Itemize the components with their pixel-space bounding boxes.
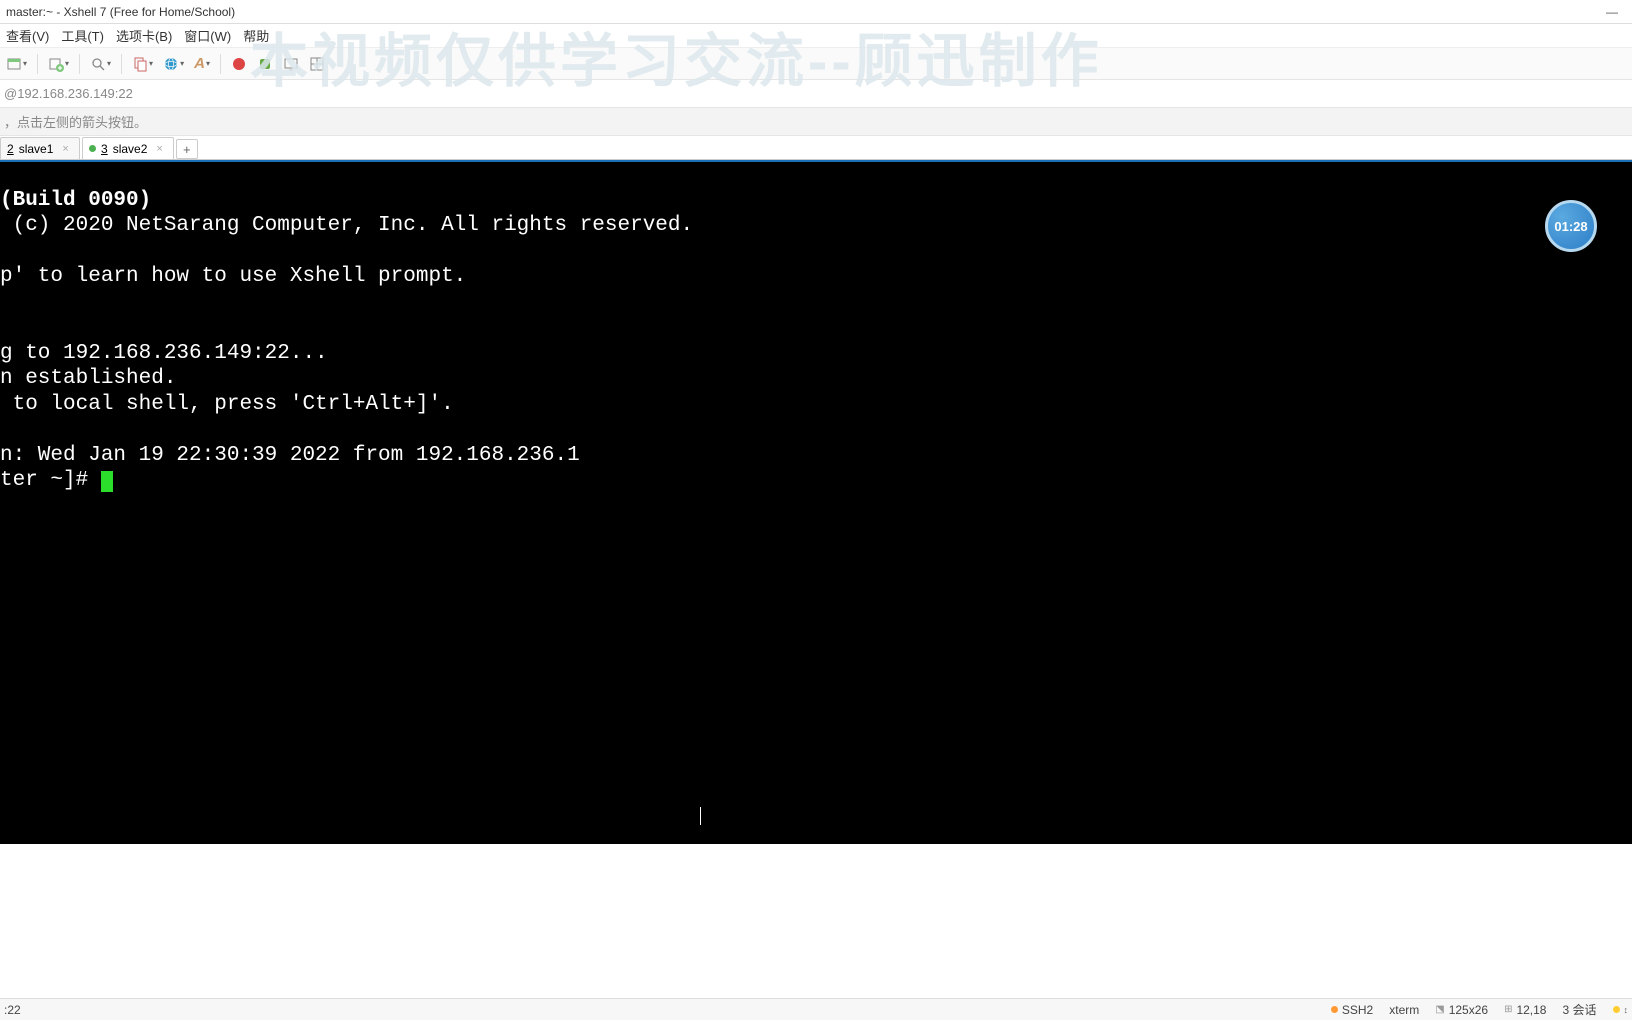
status-term-text: xterm	[1389, 1003, 1419, 1017]
new-session-button[interactable]: ▾	[4, 52, 29, 76]
hint-text: ，点击左侧的箭头按钮。	[4, 112, 147, 131]
status-position: ⊞ 12,18	[1504, 1003, 1546, 1017]
address-text: @192.168.236.149:22	[4, 86, 133, 101]
status-updown: ↕	[1613, 1005, 1629, 1015]
chevron-down-icon: ▾	[149, 59, 153, 68]
chevron-down-icon: ▾	[180, 59, 184, 68]
menu-view[interactable]: 查看(V)	[0, 26, 55, 45]
hint-bar: ，点击左侧的箭头按钮。	[0, 108, 1632, 136]
search-button[interactable]: ▾	[88, 52, 113, 76]
add-button[interactable]: ▾	[46, 52, 71, 76]
menu-help[interactable]: 帮助	[237, 26, 275, 45]
cursor-icon	[101, 471, 113, 492]
status-dot-icon	[89, 145, 96, 152]
position-icon: ⊞	[1504, 1004, 1512, 1015]
toolbar-separator	[121, 54, 122, 74]
tab-slave2[interactable]: 3 slave2 ×	[82, 137, 174, 159]
terminal-line: to local shell, press 'Ctrl+Alt+]'.	[0, 393, 454, 416]
chevron-down-icon: ▾	[107, 59, 111, 68]
size-icon: ⬔	[1435, 1004, 1444, 1015]
menu-tools[interactable]: 工具(T)	[55, 26, 110, 45]
terminal-line: (Build 0090)	[0, 189, 151, 212]
tab-number: 2	[7, 142, 14, 156]
toolbar: ▾ ▾ ▾ ▾ ▾ A ▾	[0, 48, 1632, 80]
status-ssh: SSH2	[1331, 1003, 1373, 1017]
chevron-down-icon: ▾	[206, 59, 210, 68]
terminal-line: (c) 2020 NetSarang Computer, Inc. All ri…	[0, 214, 693, 237]
font-icon: A	[194, 55, 205, 72]
text-cursor	[700, 807, 701, 825]
add-tab-button[interactable]: +	[176, 139, 198, 159]
terminal-prompt: ter ~]#	[0, 469, 101, 492]
play-button[interactable]	[255, 52, 275, 76]
monitor-button[interactable]	[281, 52, 301, 76]
status-dot-icon	[1331, 1006, 1338, 1013]
titlebar: master:~ - Xshell 7 (Free for Home/Schoo…	[0, 0, 1632, 24]
terminal-line: n: Wed Jan 19 22:30:39 2022 from 192.168…	[0, 444, 580, 467]
timer-badge: 01:28	[1545, 200, 1597, 252]
address-bar[interactable]: @192.168.236.149:22	[0, 80, 1632, 108]
toolbar-separator	[79, 54, 80, 74]
status-dot-icon	[1613, 1006, 1620, 1013]
tab-slave1[interactable]: 2 slave1 ×	[0, 137, 80, 159]
tab-label: slave2	[113, 142, 148, 156]
minimize-button[interactable]: —	[1592, 0, 1632, 24]
status-ssh-text: SSH2	[1342, 1003, 1373, 1017]
status-pos-text: 12,18	[1516, 1003, 1546, 1017]
record-button[interactable]	[229, 52, 249, 76]
status-sessions: 3 会话	[1562, 1001, 1596, 1018]
window-title: master:~ - Xshell 7 (Free for Home/Schoo…	[6, 5, 235, 19]
timer-value: 01:28	[1554, 219, 1587, 234]
close-icon[interactable]: ×	[156, 143, 162, 155]
status-bar: :22 SSH2 xterm ⬔ 125x26 ⊞ 12,18 3 会话 ↕	[0, 998, 1632, 1020]
copy-button[interactable]: ▾	[130, 52, 155, 76]
chevron-down-icon: ▾	[23, 59, 27, 68]
menu-window[interactable]: 窗口(W)	[178, 26, 237, 45]
tab-label: slave1	[19, 142, 54, 156]
window-buttons: —	[1592, 0, 1632, 24]
tab-number: 3	[101, 142, 108, 156]
terminal[interactable]: (Build 0090) (c) 2020 NetSarang Computer…	[0, 160, 1632, 844]
status-sessions-text: 3 会话	[1562, 1001, 1596, 1018]
status-size-text: 125x26	[1449, 1003, 1488, 1017]
toolbar-separator	[220, 54, 221, 74]
close-icon[interactable]: ×	[62, 143, 68, 155]
menu-bar: 查看(V) 工具(T) 选项卡(B) 窗口(W) 帮助	[0, 24, 1632, 48]
terminal-line: g to 192.168.236.149:22...	[0, 342, 328, 365]
font-button[interactable]: A ▾	[192, 52, 212, 76]
layout-button[interactable]	[307, 52, 327, 76]
arrows-icon: ↕	[1624, 1005, 1629, 1015]
tab-strip: 2 slave1 × 3 slave2 × +	[0, 136, 1632, 160]
toolbar-separator	[37, 54, 38, 74]
terminal-line: p' to learn how to use Xshell prompt.	[0, 265, 466, 288]
status-term: xterm	[1389, 1003, 1419, 1017]
status-size: ⬔ 125x26	[1435, 1003, 1488, 1017]
status-left-text: :22	[4, 1003, 21, 1017]
terminal-line: n established.	[0, 367, 176, 390]
chevron-down-icon: ▾	[65, 59, 69, 68]
menu-tabs[interactable]: 选项卡(B)	[110, 26, 178, 45]
globe-button[interactable]: ▾	[161, 52, 186, 76]
